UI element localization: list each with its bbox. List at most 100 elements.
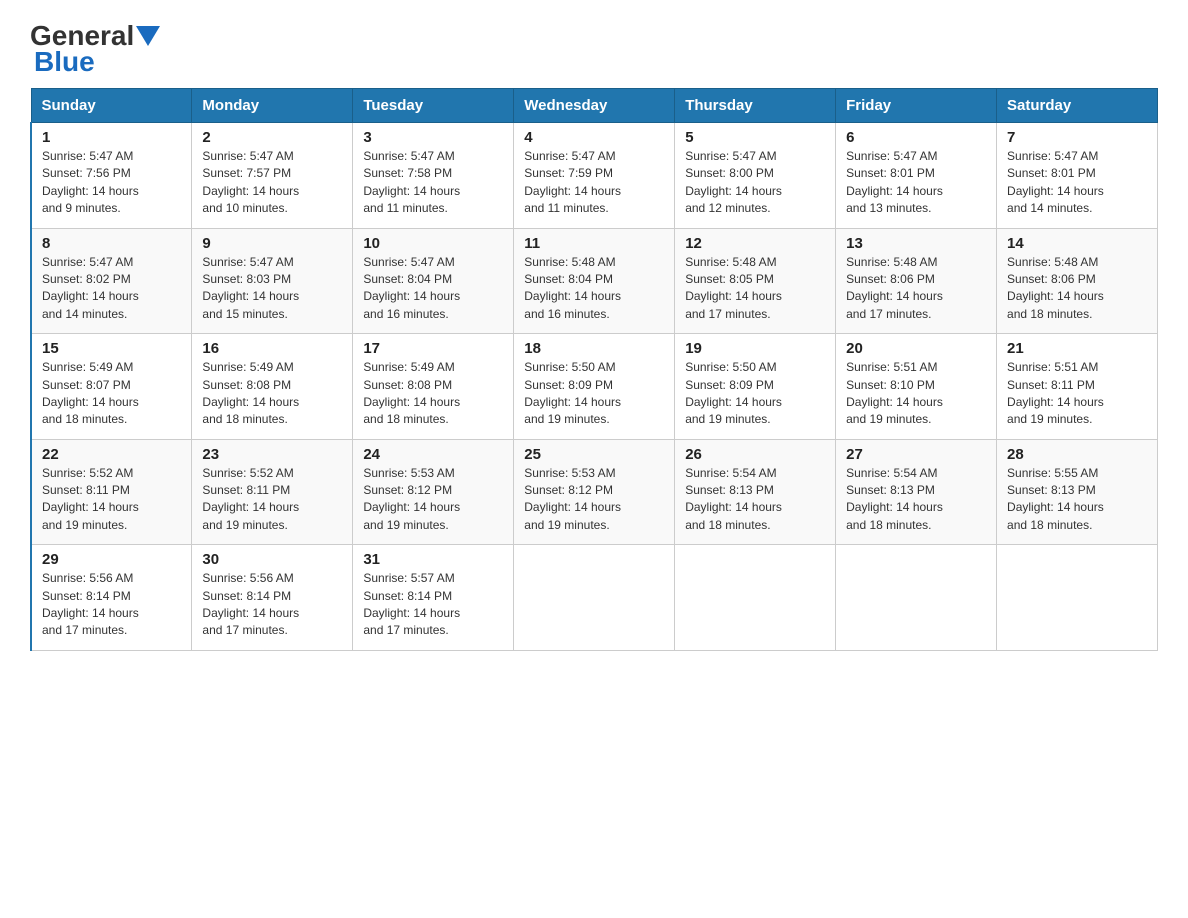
header-wednesday: Wednesday (514, 89, 675, 123)
calendar-cell: 16 Sunrise: 5:49 AM Sunset: 8:08 PM Dayl… (192, 334, 353, 440)
day-number: 1 (42, 129, 181, 146)
week-row: 1 Sunrise: 5:47 AM Sunset: 7:56 PM Dayli… (31, 123, 1158, 229)
day-info: Sunrise: 5:47 AM Sunset: 8:00 PM Dayligh… (685, 148, 825, 218)
logo-triangle-icon (136, 26, 160, 46)
day-number: 12 (685, 235, 825, 252)
day-info: Sunrise: 5:49 AM Sunset: 8:08 PM Dayligh… (363, 359, 503, 429)
calendar-table: SundayMondayTuesdayWednesdayThursdayFrid… (30, 88, 1158, 651)
day-number: 10 (363, 235, 503, 252)
day-info: Sunrise: 5:55 AM Sunset: 8:13 PM Dayligh… (1007, 465, 1147, 535)
day-info: Sunrise: 5:50 AM Sunset: 8:09 PM Dayligh… (524, 359, 664, 429)
day-number: 11 (524, 235, 664, 252)
day-number: 30 (202, 551, 342, 568)
day-info: Sunrise: 5:47 AM Sunset: 7:58 PM Dayligh… (363, 148, 503, 218)
day-info: Sunrise: 5:47 AM Sunset: 7:57 PM Dayligh… (202, 148, 342, 218)
day-info: Sunrise: 5:47 AM Sunset: 8:02 PM Dayligh… (42, 254, 181, 324)
calendar-cell: 11 Sunrise: 5:48 AM Sunset: 8:04 PM Dayl… (514, 228, 675, 334)
day-number: 2 (202, 129, 342, 146)
day-number: 18 (524, 340, 664, 357)
day-info: Sunrise: 5:56 AM Sunset: 8:14 PM Dayligh… (42, 570, 181, 640)
day-number: 24 (363, 446, 503, 463)
week-row: 15 Sunrise: 5:49 AM Sunset: 8:07 PM Dayl… (31, 334, 1158, 440)
calendar-body: 1 Sunrise: 5:47 AM Sunset: 7:56 PM Dayli… (31, 123, 1158, 651)
day-info: Sunrise: 5:47 AM Sunset: 7:59 PM Dayligh… (524, 148, 664, 218)
day-info: Sunrise: 5:48 AM Sunset: 8:05 PM Dayligh… (685, 254, 825, 324)
calendar-cell: 9 Sunrise: 5:47 AM Sunset: 8:03 PM Dayli… (192, 228, 353, 334)
calendar-cell: 7 Sunrise: 5:47 AM Sunset: 8:01 PM Dayli… (997, 123, 1158, 229)
calendar-cell: 21 Sunrise: 5:51 AM Sunset: 8:11 PM Dayl… (997, 334, 1158, 440)
calendar-cell: 13 Sunrise: 5:48 AM Sunset: 8:06 PM Dayl… (836, 228, 997, 334)
calendar-cell: 2 Sunrise: 5:47 AM Sunset: 7:57 PM Dayli… (192, 123, 353, 229)
day-number: 31 (363, 551, 503, 568)
day-number: 21 (1007, 340, 1147, 357)
day-number: 9 (202, 235, 342, 252)
day-info: Sunrise: 5:48 AM Sunset: 8:06 PM Dayligh… (846, 254, 986, 324)
logo-blue-text: Blue (34, 46, 95, 77)
header-sunday: Sunday (31, 89, 192, 123)
day-info: Sunrise: 5:54 AM Sunset: 8:13 PM Dayligh… (685, 465, 825, 535)
day-number: 6 (846, 129, 986, 146)
calendar-cell: 1 Sunrise: 5:47 AM Sunset: 7:56 PM Dayli… (31, 123, 192, 229)
day-info: Sunrise: 5:48 AM Sunset: 8:04 PM Dayligh… (524, 254, 664, 324)
calendar-cell: 12 Sunrise: 5:48 AM Sunset: 8:05 PM Dayl… (675, 228, 836, 334)
calendar-cell: 24 Sunrise: 5:53 AM Sunset: 8:12 PM Dayl… (353, 439, 514, 545)
day-number: 19 (685, 340, 825, 357)
day-info: Sunrise: 5:56 AM Sunset: 8:14 PM Dayligh… (202, 570, 342, 640)
calendar-cell: 8 Sunrise: 5:47 AM Sunset: 8:02 PM Dayli… (31, 228, 192, 334)
header-thursday: Thursday (675, 89, 836, 123)
day-info: Sunrise: 5:47 AM Sunset: 8:01 PM Dayligh… (1007, 148, 1147, 218)
header-saturday: Saturday (997, 89, 1158, 123)
day-number: 29 (42, 551, 181, 568)
day-number: 28 (1007, 446, 1147, 463)
day-info: Sunrise: 5:49 AM Sunset: 8:07 PM Dayligh… (42, 359, 181, 429)
calendar-cell: 3 Sunrise: 5:47 AM Sunset: 7:58 PM Dayli… (353, 123, 514, 229)
day-info: Sunrise: 5:50 AM Sunset: 8:09 PM Dayligh… (685, 359, 825, 429)
day-number: 25 (524, 446, 664, 463)
header-monday: Monday (192, 89, 353, 123)
week-row: 22 Sunrise: 5:52 AM Sunset: 8:11 PM Dayl… (31, 439, 1158, 545)
header-friday: Friday (836, 89, 997, 123)
calendar-cell: 5 Sunrise: 5:47 AM Sunset: 8:00 PM Dayli… (675, 123, 836, 229)
calendar-header: SundayMondayTuesdayWednesdayThursdayFrid… (31, 89, 1158, 123)
calendar-cell: 4 Sunrise: 5:47 AM Sunset: 7:59 PM Dayli… (514, 123, 675, 229)
calendar-cell: 10 Sunrise: 5:47 AM Sunset: 8:04 PM Dayl… (353, 228, 514, 334)
day-number: 23 (202, 446, 342, 463)
page-header: General Blue (30, 20, 1158, 78)
calendar-cell: 6 Sunrise: 5:47 AM Sunset: 8:01 PM Dayli… (836, 123, 997, 229)
day-number: 16 (202, 340, 342, 357)
calendar-cell: 15 Sunrise: 5:49 AM Sunset: 8:07 PM Dayl… (31, 334, 192, 440)
day-info: Sunrise: 5:57 AM Sunset: 8:14 PM Dayligh… (363, 570, 503, 640)
day-number: 7 (1007, 129, 1147, 146)
day-info: Sunrise: 5:51 AM Sunset: 8:11 PM Dayligh… (1007, 359, 1147, 429)
day-info: Sunrise: 5:54 AM Sunset: 8:13 PM Dayligh… (846, 465, 986, 535)
calendar-cell (997, 545, 1158, 651)
day-number: 13 (846, 235, 986, 252)
calendar-cell (675, 545, 836, 651)
header-tuesday: Tuesday (353, 89, 514, 123)
calendar-cell (836, 545, 997, 651)
day-info: Sunrise: 5:47 AM Sunset: 8:01 PM Dayligh… (846, 148, 986, 218)
day-info: Sunrise: 5:49 AM Sunset: 8:08 PM Dayligh… (202, 359, 342, 429)
day-info: Sunrise: 5:52 AM Sunset: 8:11 PM Dayligh… (42, 465, 181, 535)
week-row: 8 Sunrise: 5:47 AM Sunset: 8:02 PM Dayli… (31, 228, 1158, 334)
day-number: 22 (42, 446, 181, 463)
calendar-cell: 26 Sunrise: 5:54 AM Sunset: 8:13 PM Dayl… (675, 439, 836, 545)
calendar-cell: 31 Sunrise: 5:57 AM Sunset: 8:14 PM Dayl… (353, 545, 514, 651)
calendar-cell: 29 Sunrise: 5:56 AM Sunset: 8:14 PM Dayl… (31, 545, 192, 651)
calendar-cell: 27 Sunrise: 5:54 AM Sunset: 8:13 PM Dayl… (836, 439, 997, 545)
day-number: 3 (363, 129, 503, 146)
day-info: Sunrise: 5:52 AM Sunset: 8:11 PM Dayligh… (202, 465, 342, 535)
day-info: Sunrise: 5:47 AM Sunset: 7:56 PM Dayligh… (42, 148, 181, 218)
day-number: 15 (42, 340, 181, 357)
calendar-cell: 14 Sunrise: 5:48 AM Sunset: 8:06 PM Dayl… (997, 228, 1158, 334)
calendar-cell: 20 Sunrise: 5:51 AM Sunset: 8:10 PM Dayl… (836, 334, 997, 440)
calendar-cell: 17 Sunrise: 5:49 AM Sunset: 8:08 PM Dayl… (353, 334, 514, 440)
week-row: 29 Sunrise: 5:56 AM Sunset: 8:14 PM Dayl… (31, 545, 1158, 651)
calendar-cell: 22 Sunrise: 5:52 AM Sunset: 8:11 PM Dayl… (31, 439, 192, 545)
day-number: 26 (685, 446, 825, 463)
day-number: 5 (685, 129, 825, 146)
calendar-cell: 18 Sunrise: 5:50 AM Sunset: 8:09 PM Dayl… (514, 334, 675, 440)
day-number: 4 (524, 129, 664, 146)
logo: General Blue (30, 20, 162, 78)
day-info: Sunrise: 5:53 AM Sunset: 8:12 PM Dayligh… (524, 465, 664, 535)
